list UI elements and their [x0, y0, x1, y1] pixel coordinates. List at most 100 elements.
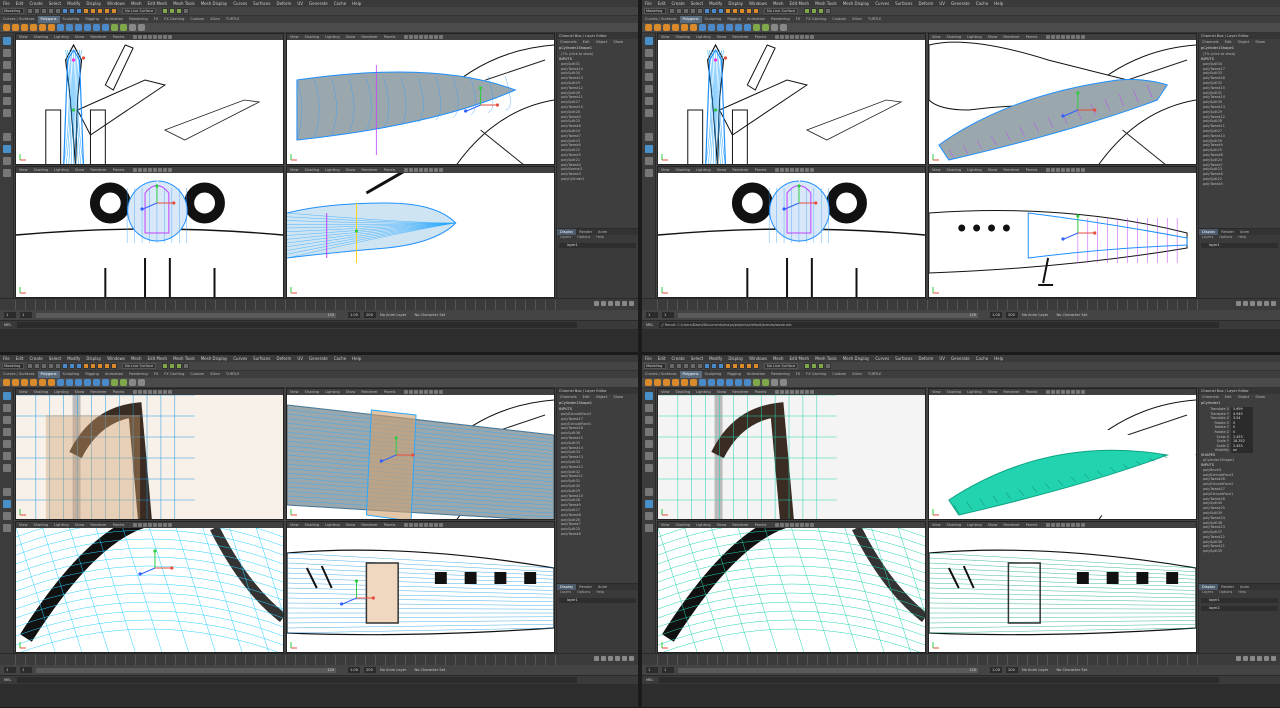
viewport-menu-shading[interactable]: Shading: [673, 390, 694, 394]
make-live-icon[interactable]: [111, 8, 117, 14]
single-perspective-layout-icon[interactable]: [3, 488, 11, 496]
select-object-icon[interactable]: [69, 363, 75, 369]
make-live-icon[interactable]: [753, 363, 759, 369]
viewport-menu-renderer[interactable]: Renderer: [358, 35, 380, 39]
menu-cache[interactable]: Cache: [331, 355, 349, 362]
viewport-menu-lighting[interactable]: Lighting: [964, 523, 985, 527]
render-settings-icon[interactable]: [176, 8, 183, 14]
menu-edit[interactable]: Edit: [655, 355, 669, 362]
side-viewport-scene[interactable]: [287, 173, 554, 298]
step-forward-icon[interactable]: [622, 656, 627, 661]
viewport-menu-shading[interactable]: Shading: [302, 35, 323, 39]
viewport-menu-view[interactable]: View: [658, 523, 673, 527]
manipulator-handle[interactable]: [394, 436, 398, 440]
smooth-shade-icon[interactable]: [143, 35, 148, 39]
viewport-menu-lighting[interactable]: Lighting: [322, 390, 343, 394]
smooth-shade-icon[interactable]: [143, 523, 148, 527]
menu-mesh-tools[interactable]: Mesh Tools: [170, 0, 198, 7]
live-surface-field[interactable]: No Live Surface: [764, 8, 799, 14]
camera-icon[interactable]: [133, 168, 138, 172]
save-scene-icon[interactable]: [683, 363, 689, 369]
channel-box-menu-show[interactable]: Show: [610, 394, 626, 400]
go-to-start-icon[interactable]: [594, 656, 599, 661]
viewport-menu-renderer[interactable]: Renderer: [87, 168, 109, 172]
redo-icon[interactable]: [55, 363, 61, 369]
input-node[interactable]: polyTweak6: [557, 532, 638, 537]
shelf-tab-xgen[interactable]: XGen: [207, 16, 223, 23]
isolate-icon[interactable]: [805, 168, 810, 172]
single-perspective-layout-icon[interactable]: [3, 133, 11, 141]
shelf-tab-sculpting[interactable]: Sculpting: [702, 16, 725, 23]
isolate-icon[interactable]: [1076, 390, 1081, 394]
menu-select[interactable]: Select: [688, 0, 706, 7]
planar-map-icon[interactable]: [138, 379, 145, 386]
front-viewport[interactable]: View Shading Lighting Show Renderer Panels: [657, 166, 926, 298]
viewport-menu-show[interactable]: Show: [985, 523, 1001, 527]
shelf-tab-xgen[interactable]: XGen: [849, 16, 865, 23]
shelf-tab-turtle[interactable]: TURTLE: [865, 371, 885, 378]
poly-sphere-icon[interactable]: [645, 379, 652, 386]
step-back-icon[interactable]: [1243, 656, 1248, 661]
menu-modify[interactable]: Modify: [64, 355, 83, 362]
menu-curves[interactable]: Curves: [230, 355, 250, 362]
viewport-menu-show[interactable]: Show: [72, 523, 88, 527]
xray-icon[interactable]: [439, 390, 444, 394]
anim-layer-selector[interactable]: No Anim Layer: [380, 668, 406, 672]
wireframe-icon[interactable]: [780, 35, 785, 39]
outliner-icon[interactable]: [645, 524, 653, 532]
poly-sphere-icon[interactable]: [645, 24, 652, 31]
new-scene-icon[interactable]: [27, 363, 33, 369]
make-live-icon[interactable]: [111, 363, 117, 369]
channel-box-menu-edit[interactable]: Edit: [580, 394, 593, 400]
live-surface-field[interactable]: No Live Surface: [122, 363, 157, 369]
select-hierarchy-icon[interactable]: [62, 8, 68, 14]
channel-box-menu-object[interactable]: Object: [593, 394, 611, 400]
extrude-icon[interactable]: [75, 379, 82, 386]
mode-selector[interactable]: Modeling: [2, 363, 24, 369]
menu-uv[interactable]: UV: [936, 0, 948, 7]
manipulator-handle[interactable]: [1093, 108, 1097, 112]
open-scene-icon[interactable]: [34, 363, 40, 369]
manipulator-handle[interactable]: [155, 184, 159, 188]
range-slider[interactable]: 120: [36, 667, 336, 673]
top-viewport-scene[interactable]: [658, 40, 925, 165]
poly-torus-icon[interactable]: [39, 24, 46, 31]
paint-select-tool-icon[interactable]: [645, 61, 653, 69]
multi-cut-icon[interactable]: [744, 24, 751, 31]
viewport-menu-lighting[interactable]: Lighting: [964, 35, 985, 39]
viewport-menu-lighting[interactable]: Lighting: [51, 168, 72, 172]
select-component-icon[interactable]: [718, 363, 724, 369]
wireframe-icon[interactable]: [138, 390, 143, 394]
front-viewport-scene[interactable]: [658, 173, 925, 298]
viewport-menu-panels[interactable]: Panels: [752, 390, 770, 394]
combine-icon[interactable]: [699, 24, 706, 31]
layer-menu-help[interactable]: Help: [593, 590, 607, 595]
textured-icon[interactable]: [419, 523, 424, 527]
uv-editor-icon[interactable]: [129, 24, 136, 31]
channel-box-menu-edit[interactable]: Edit: [580, 39, 593, 45]
menu-mesh-display[interactable]: Mesh Display: [198, 355, 231, 362]
shelf-tab-turtle[interactable]: TURTLE: [223, 371, 243, 378]
menu-windows[interactable]: Windows: [746, 0, 770, 7]
select-object-icon[interactable]: [711, 363, 717, 369]
layer-menu-layers[interactable]: Layers: [1199, 590, 1216, 595]
poly-cylinder-icon[interactable]: [663, 24, 670, 31]
planar-map-icon[interactable]: [780, 24, 787, 31]
separate-icon[interactable]: [66, 379, 73, 386]
menu-file[interactable]: File: [642, 0, 655, 7]
command-language-label[interactable]: MEL: [646, 678, 653, 682]
undo-icon[interactable]: [48, 8, 54, 14]
poly-cone-icon[interactable]: [30, 379, 37, 386]
go-to-end-icon[interactable]: [1271, 301, 1276, 306]
menu-surfaces[interactable]: Surfaces: [892, 0, 915, 7]
layer-row[interactable]: layer1: [1201, 598, 1278, 603]
perspective-viewport[interactable]: View Shading Lighting Show Renderer Panels: [928, 33, 1197, 165]
viewport-menu-renderer[interactable]: Renderer: [358, 390, 380, 394]
viewport-menu-panels[interactable]: Panels: [110, 35, 128, 39]
smooth-shade-icon[interactable]: [785, 390, 790, 394]
menu-edit-mesh[interactable]: Edit Mesh: [145, 0, 171, 7]
menu-mesh-tools[interactable]: Mesh Tools: [812, 0, 840, 7]
select-hierarchy-icon[interactable]: [704, 8, 710, 14]
shelf-tab-animation[interactable]: Animation: [102, 371, 126, 378]
input-node[interactable]: polySplit35: [1199, 549, 1280, 554]
